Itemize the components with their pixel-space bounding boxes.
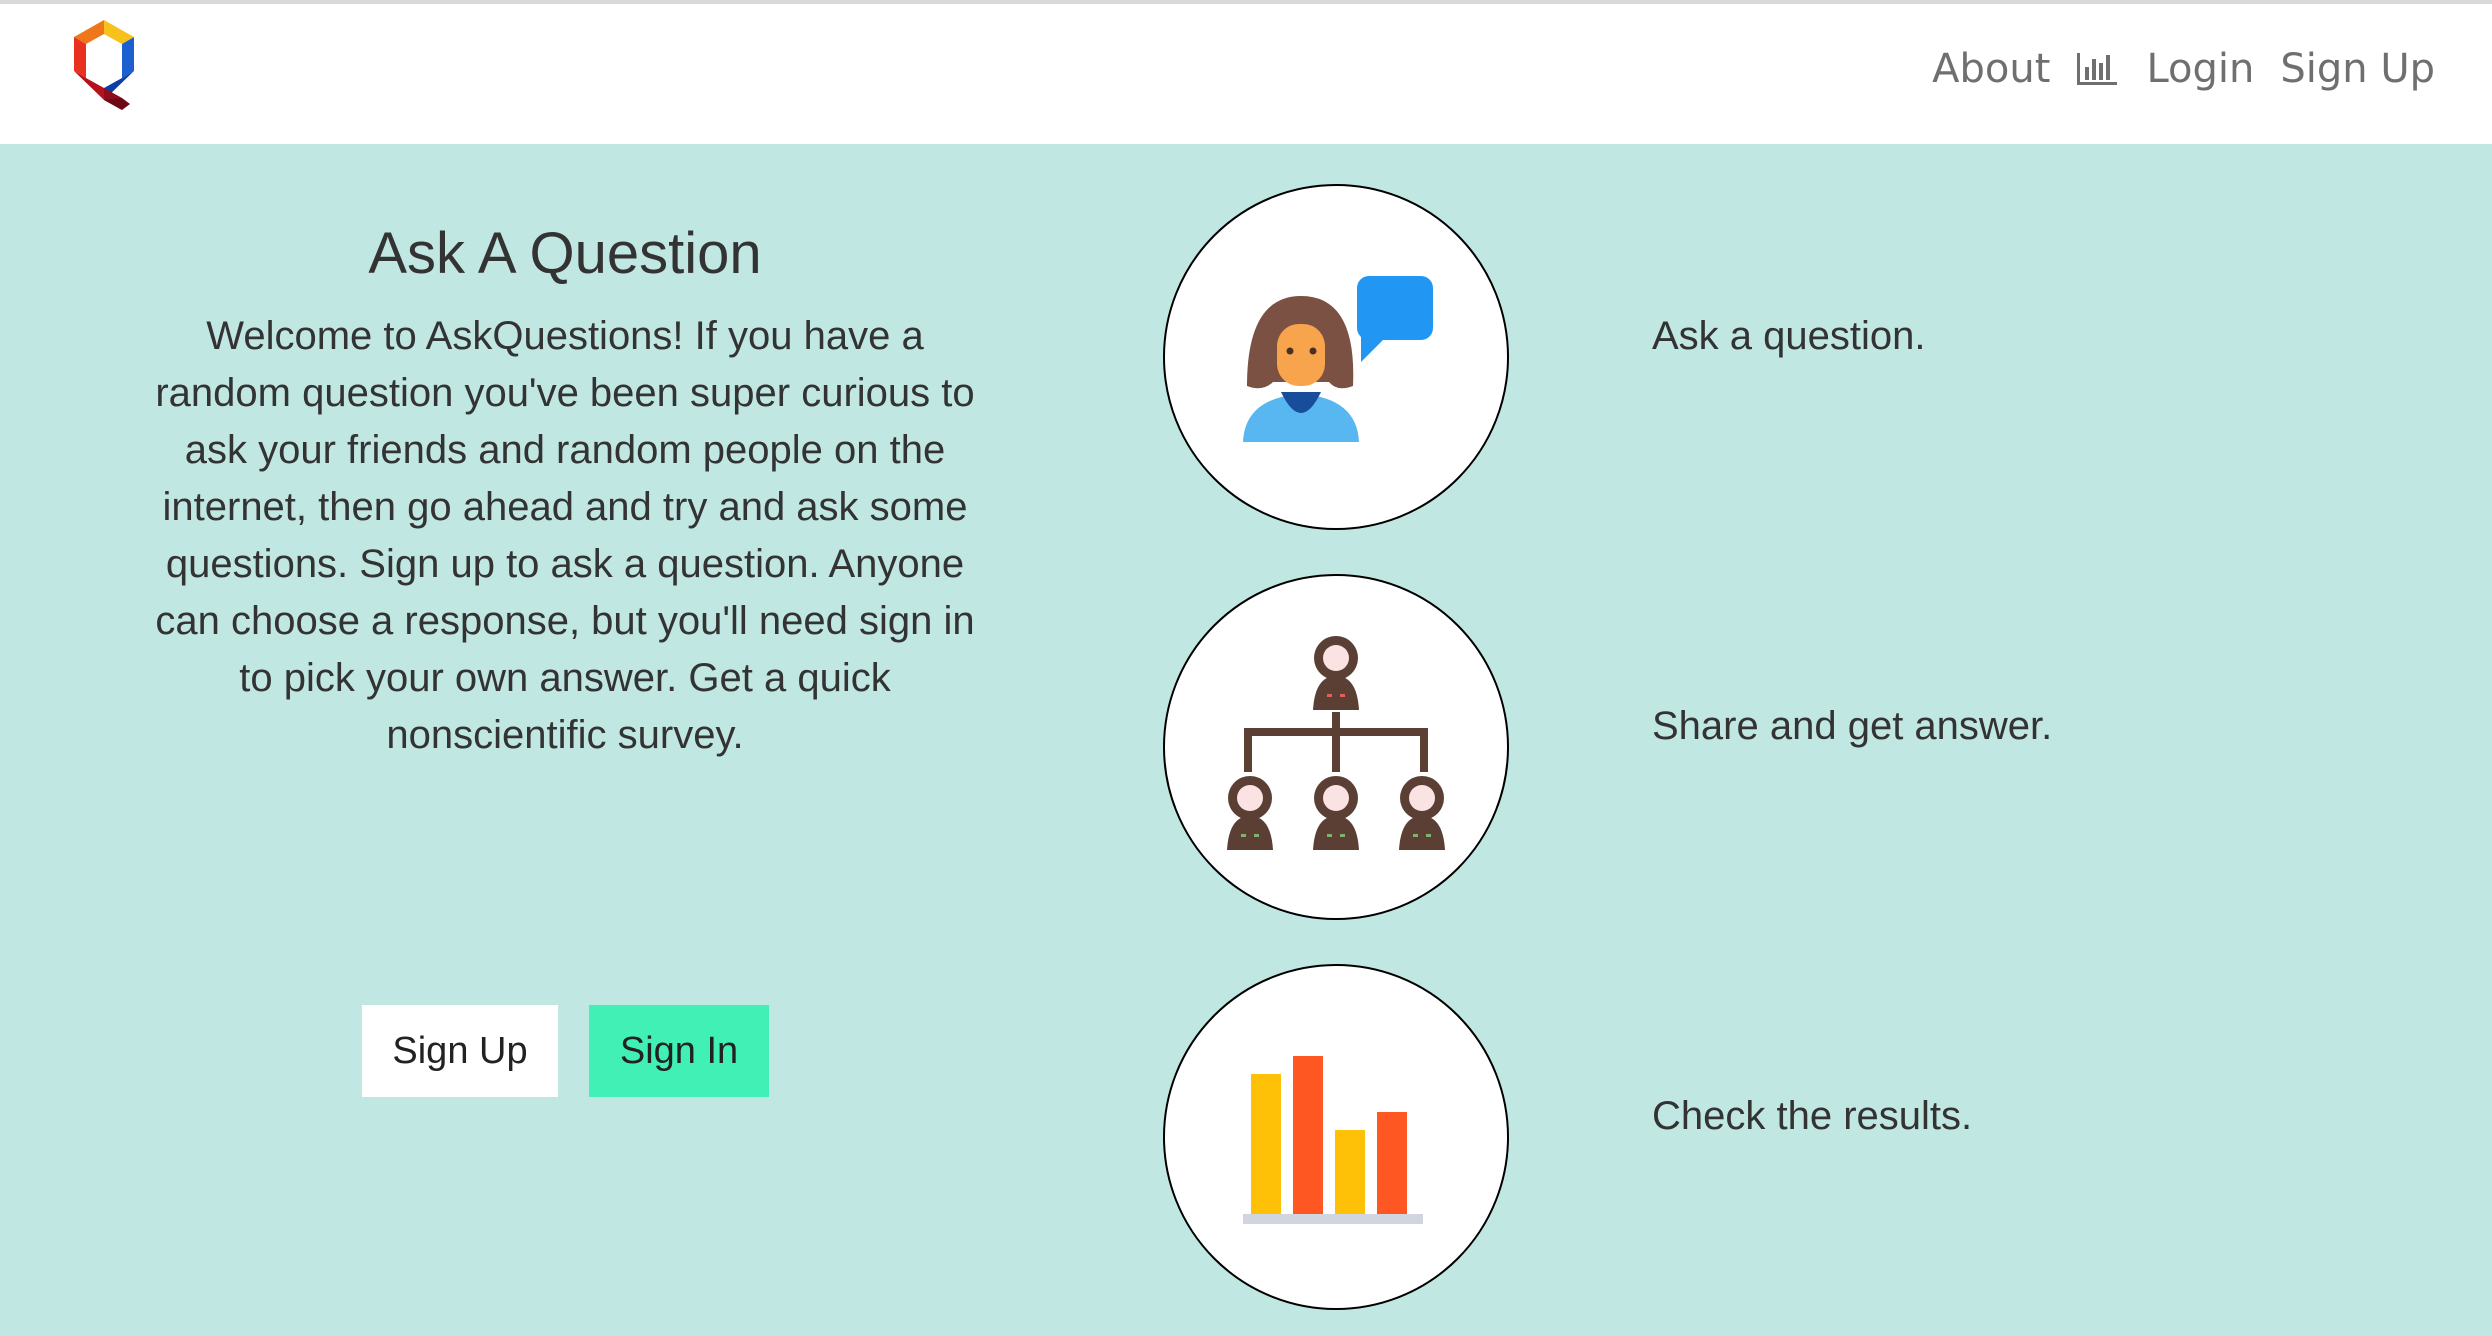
step-1-text: Ask a question. — [1652, 314, 1926, 358]
bar-chart-results-icon — [1243, 1056, 1423, 1224]
person-speech-icon — [1243, 276, 1433, 442]
signin-button[interactable]: Sign In — [589, 1005, 769, 1097]
nav-links: About Login Sign Up — [1932, 4, 2435, 134]
nav-login-link[interactable]: Login — [2146, 46, 2254, 92]
step-3-text: Check the results. — [1652, 1094, 1973, 1138]
step-3-circle — [1163, 964, 1509, 1310]
hero-description: Welcome to AskQuestions! If you have a r… — [155, 314, 975, 757]
nav-about-link[interactable]: About — [1932, 46, 2050, 92]
navbar: About Login Sign Up — [0, 4, 2492, 144]
step-2-circle — [1163, 574, 1509, 920]
signup-button[interactable]: Sign Up — [362, 1005, 558, 1097]
nav-signup-link[interactable]: Sign Up — [2280, 46, 2435, 92]
hierarchy-people-icon — [1227, 636, 1445, 850]
step-1-circle — [1163, 184, 1509, 530]
hero-title: Ask A Question — [368, 221, 762, 286]
bar-chart-icon[interactable] — [2074, 49, 2120, 89]
step-2-text: Share and get answer. — [1652, 704, 2053, 748]
q-cube-logo-icon[interactable] — [64, 14, 144, 114]
